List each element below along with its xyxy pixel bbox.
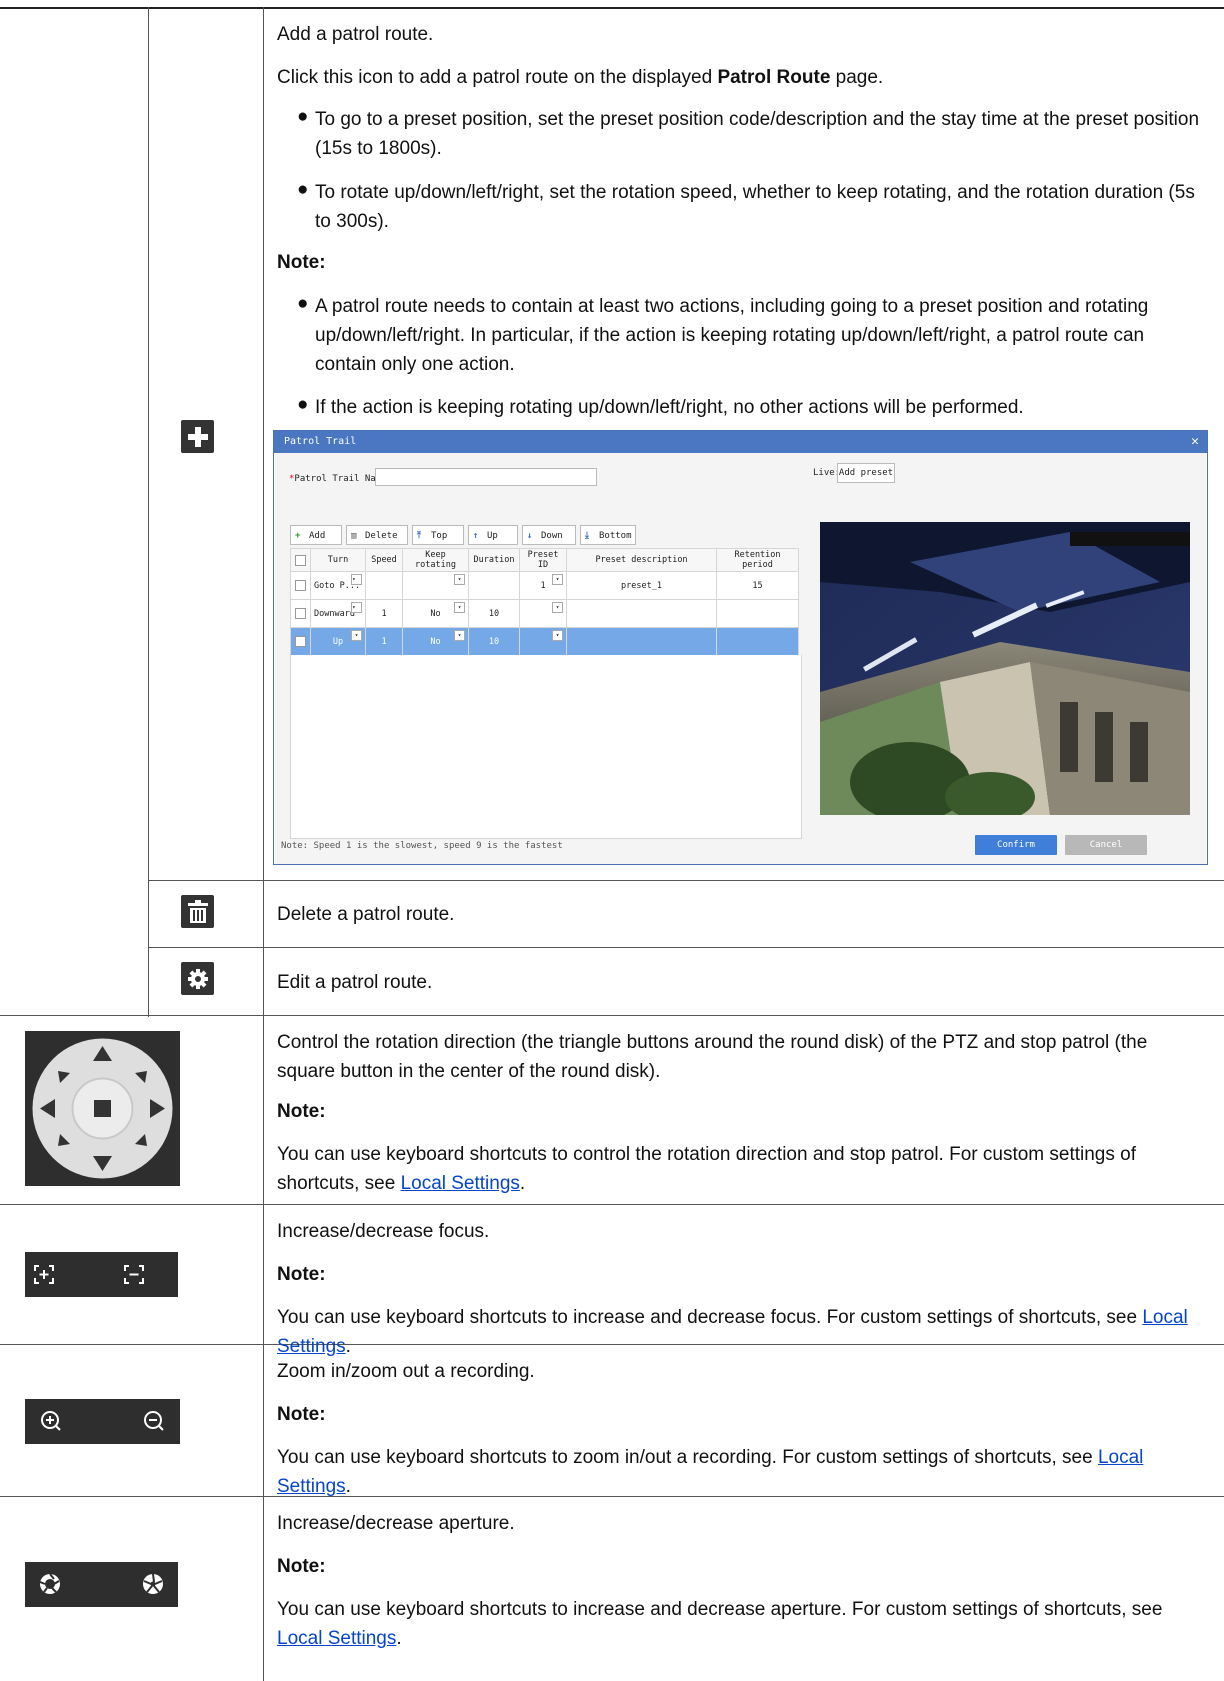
note-label: Note:	[277, 1556, 326, 1577]
focus-note: You can use keyboard shortcuts to increa…	[277, 1307, 1188, 1357]
ptz-note: You can use keyboard shortcuts to contro…	[277, 1144, 1136, 1194]
bullet-dot: ●	[297, 106, 309, 127]
bullet-dot: ●	[297, 179, 309, 200]
col-header: Turn	[310, 548, 366, 572]
note-label: Note:	[277, 1404, 326, 1425]
col-header: Preset description	[566, 548, 717, 572]
trash-icon: ▥	[351, 531, 357, 541]
delete-description: Delete a patrol route.	[277, 904, 455, 925]
note-label: Note:	[277, 1264, 326, 1285]
edit-description: Edit a patrol route.	[277, 972, 433, 993]
top-arrow-icon: ⤒	[417, 531, 421, 541]
dropdown-arrow-icon[interactable]: ▾	[454, 602, 465, 613]
confirm-button[interactable]: Confirm	[975, 835, 1057, 855]
table-empty-area	[290, 655, 802, 839]
up-button[interactable]: ↑ Up	[468, 525, 518, 545]
local-settings-link[interactable]: Local Settings	[401, 1173, 520, 1194]
down-arrow-icon: ↓	[527, 531, 533, 541]
aperture-increase-icon[interactable]	[39, 1573, 60, 1594]
dropdown-arrow-icon[interactable]: ▾	[552, 574, 563, 585]
table-header: Turn Speed Keep rotating Duration Preset…	[290, 548, 799, 572]
note-label: Note:	[277, 1101, 326, 1122]
table-row-selected[interactable]: Up ▾ 1 No ▾ 10 ▾	[290, 627, 799, 656]
bottom-button[interactable]: ⤓ Bottom	[580, 525, 636, 545]
gear-icon	[181, 962, 214, 995]
col-header: Keep rotating	[402, 548, 469, 572]
row-checkbox[interactable]	[295, 636, 306, 647]
bullet-dot: ●	[297, 394, 309, 415]
col-header: Preset ID	[519, 548, 567, 572]
cancel-button[interactable]: Cancel	[1065, 835, 1147, 855]
row-divider	[0, 1204, 1224, 1205]
col-divider-1	[148, 7, 149, 1017]
zoom-out-icon[interactable]	[144, 1411, 164, 1431]
ptz-description: Control the rotation direction (the tria…	[277, 1032, 1148, 1082]
bottom-arrow-icon: ⤓	[585, 531, 589, 541]
zoom-buttons-panel	[25, 1399, 180, 1444]
bullet-dot: ●	[297, 293, 309, 314]
down-button[interactable]: ↓ Down	[522, 525, 576, 545]
select-all-checkbox[interactable]	[295, 554, 306, 566]
live-video-preview	[820, 522, 1190, 815]
dropdown-arrow-icon[interactable]: ▾	[552, 630, 563, 641]
delete-button[interactable]: ▥ Delete	[346, 525, 408, 545]
dropdown-arrow-icon[interactable]: ▾	[454, 630, 465, 641]
bullet-item: To rotate up/down/left/right, set the ro…	[315, 182, 1195, 232]
row-checkbox[interactable]	[295, 608, 306, 619]
zoom-in-icon[interactable]	[41, 1411, 61, 1431]
col-header: Duration	[468, 548, 520, 572]
table-top-border	[0, 7, 1224, 9]
zoom-description: Zoom in/zoom out a recording.	[277, 1361, 535, 1382]
trash-icon	[181, 895, 214, 928]
aperture-buttons-panel	[25, 1562, 178, 1607]
close-icon[interactable]: ✕	[1191, 431, 1199, 453]
note-label: Note:	[277, 252, 326, 273]
aperture-decrease-icon[interactable]	[143, 1573, 163, 1594]
add-preset-button[interactable]: Add preset	[837, 463, 895, 483]
focus-increase-icon[interactable]	[39, 1270, 49, 1279]
dropdown-arrow-icon[interactable]: ▾	[351, 630, 362, 641]
table-row[interactable]: Goto P... ▾ ▾ 1 ▾ preset_1 15	[290, 571, 799, 600]
table-row[interactable]: Downward ▾ 1 No ▾ 10 ▾	[290, 599, 799, 628]
aperture-description: Increase/decrease aperture.	[277, 1513, 515, 1534]
col-header: Speed	[365, 548, 403, 572]
stop-button[interactable]	[94, 1100, 111, 1117]
top-button[interactable]: ⤒ Top	[412, 525, 464, 545]
add-intro: Add a patrol route.	[277, 24, 434, 45]
zoom-note: You can use keyboard shortcuts to zoom i…	[277, 1447, 1144, 1497]
local-settings-link[interactable]: Local Settings	[277, 1628, 396, 1649]
add-button[interactable]: + Add	[290, 525, 342, 545]
dropdown-arrow-icon[interactable]: ▾	[351, 574, 362, 585]
row-divider	[0, 1015, 1224, 1016]
ptz-control-panel	[25, 1031, 180, 1186]
up-arrow-icon: ↑	[473, 531, 479, 541]
aperture-note: You can use keyboard shortcuts to increa…	[277, 1599, 1163, 1649]
row-divider	[148, 947, 1224, 948]
dialog-body: *Patrol Trail Name: Live: Add preset + Ad…	[275, 453, 1206, 864]
patrol-name-input[interactable]	[375, 468, 597, 486]
bullet-item: To go to a preset position, set the pres…	[315, 109, 1200, 159]
row-divider	[148, 880, 1224, 881]
focus-decrease-icon[interactable]	[129, 1273, 139, 1276]
bullet-item: If the action is keeping rotating up/dow…	[315, 397, 1024, 418]
col-divider-2	[263, 7, 264, 1681]
row-checkbox[interactable]	[295, 580, 306, 591]
footer-note: Note: Speed 1 is the slowest, speed 9 is…	[281, 841, 563, 851]
col-header: Retention period	[716, 548, 799, 572]
add-click-text: Click this icon to add a patrol route on…	[277, 67, 884, 88]
patrol-table: Turn Speed Keep rotating Duration Preset…	[290, 548, 799, 656]
dropdown-arrow-icon[interactable]: ▾	[454, 574, 465, 585]
dialog-title: Patrol Trail	[284, 436, 357, 447]
plus-icon: +	[295, 531, 301, 541]
patrol-trail-dialog: Patrol Trail ✕ *Patrol Trail Name: Live:…	[273, 430, 1208, 865]
focus-description: Increase/decrease focus.	[277, 1221, 490, 1242]
bullet-item: A patrol route needs to contain at least…	[315, 296, 1149, 375]
dialog-titlebar: Patrol Trail ✕	[274, 431, 1207, 453]
add-icon	[181, 420, 214, 453]
dropdown-arrow-icon[interactable]: ▾	[351, 602, 362, 613]
focus-buttons-panel	[25, 1252, 178, 1297]
dropdown-arrow-icon[interactable]: ▾	[552, 602, 563, 613]
